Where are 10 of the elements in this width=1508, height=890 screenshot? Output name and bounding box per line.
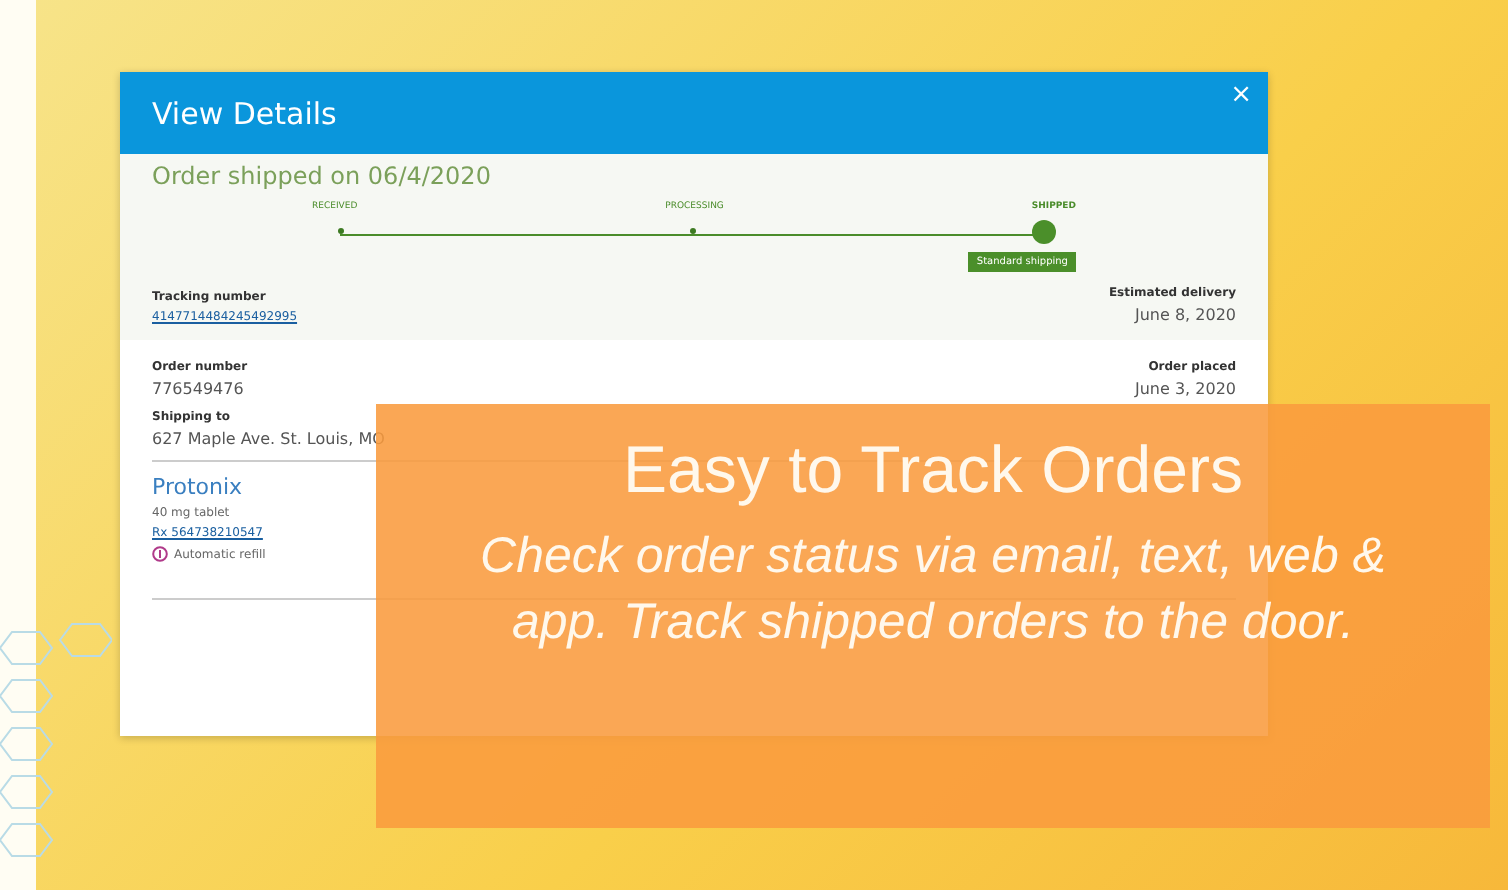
order-status: Order shipped on 06/4/2020 [152, 162, 493, 190]
order-placed-date: June 3, 2020 [1135, 380, 1236, 398]
delivery-date: June 8, 2020 [1135, 306, 1236, 324]
callout-title: Easy to Track Orders [623, 432, 1243, 508]
callout-text: Check order status via email, text, web & app. Track shipped orders to the door. [478, 526, 1388, 653]
refill-icon [152, 546, 168, 562]
dialog-title: View Details [152, 95, 337, 131]
order-number: 776549476 [152, 380, 246, 398]
close-button[interactable]: × [1226, 80, 1256, 110]
product-name: Protonix [152, 474, 243, 500]
